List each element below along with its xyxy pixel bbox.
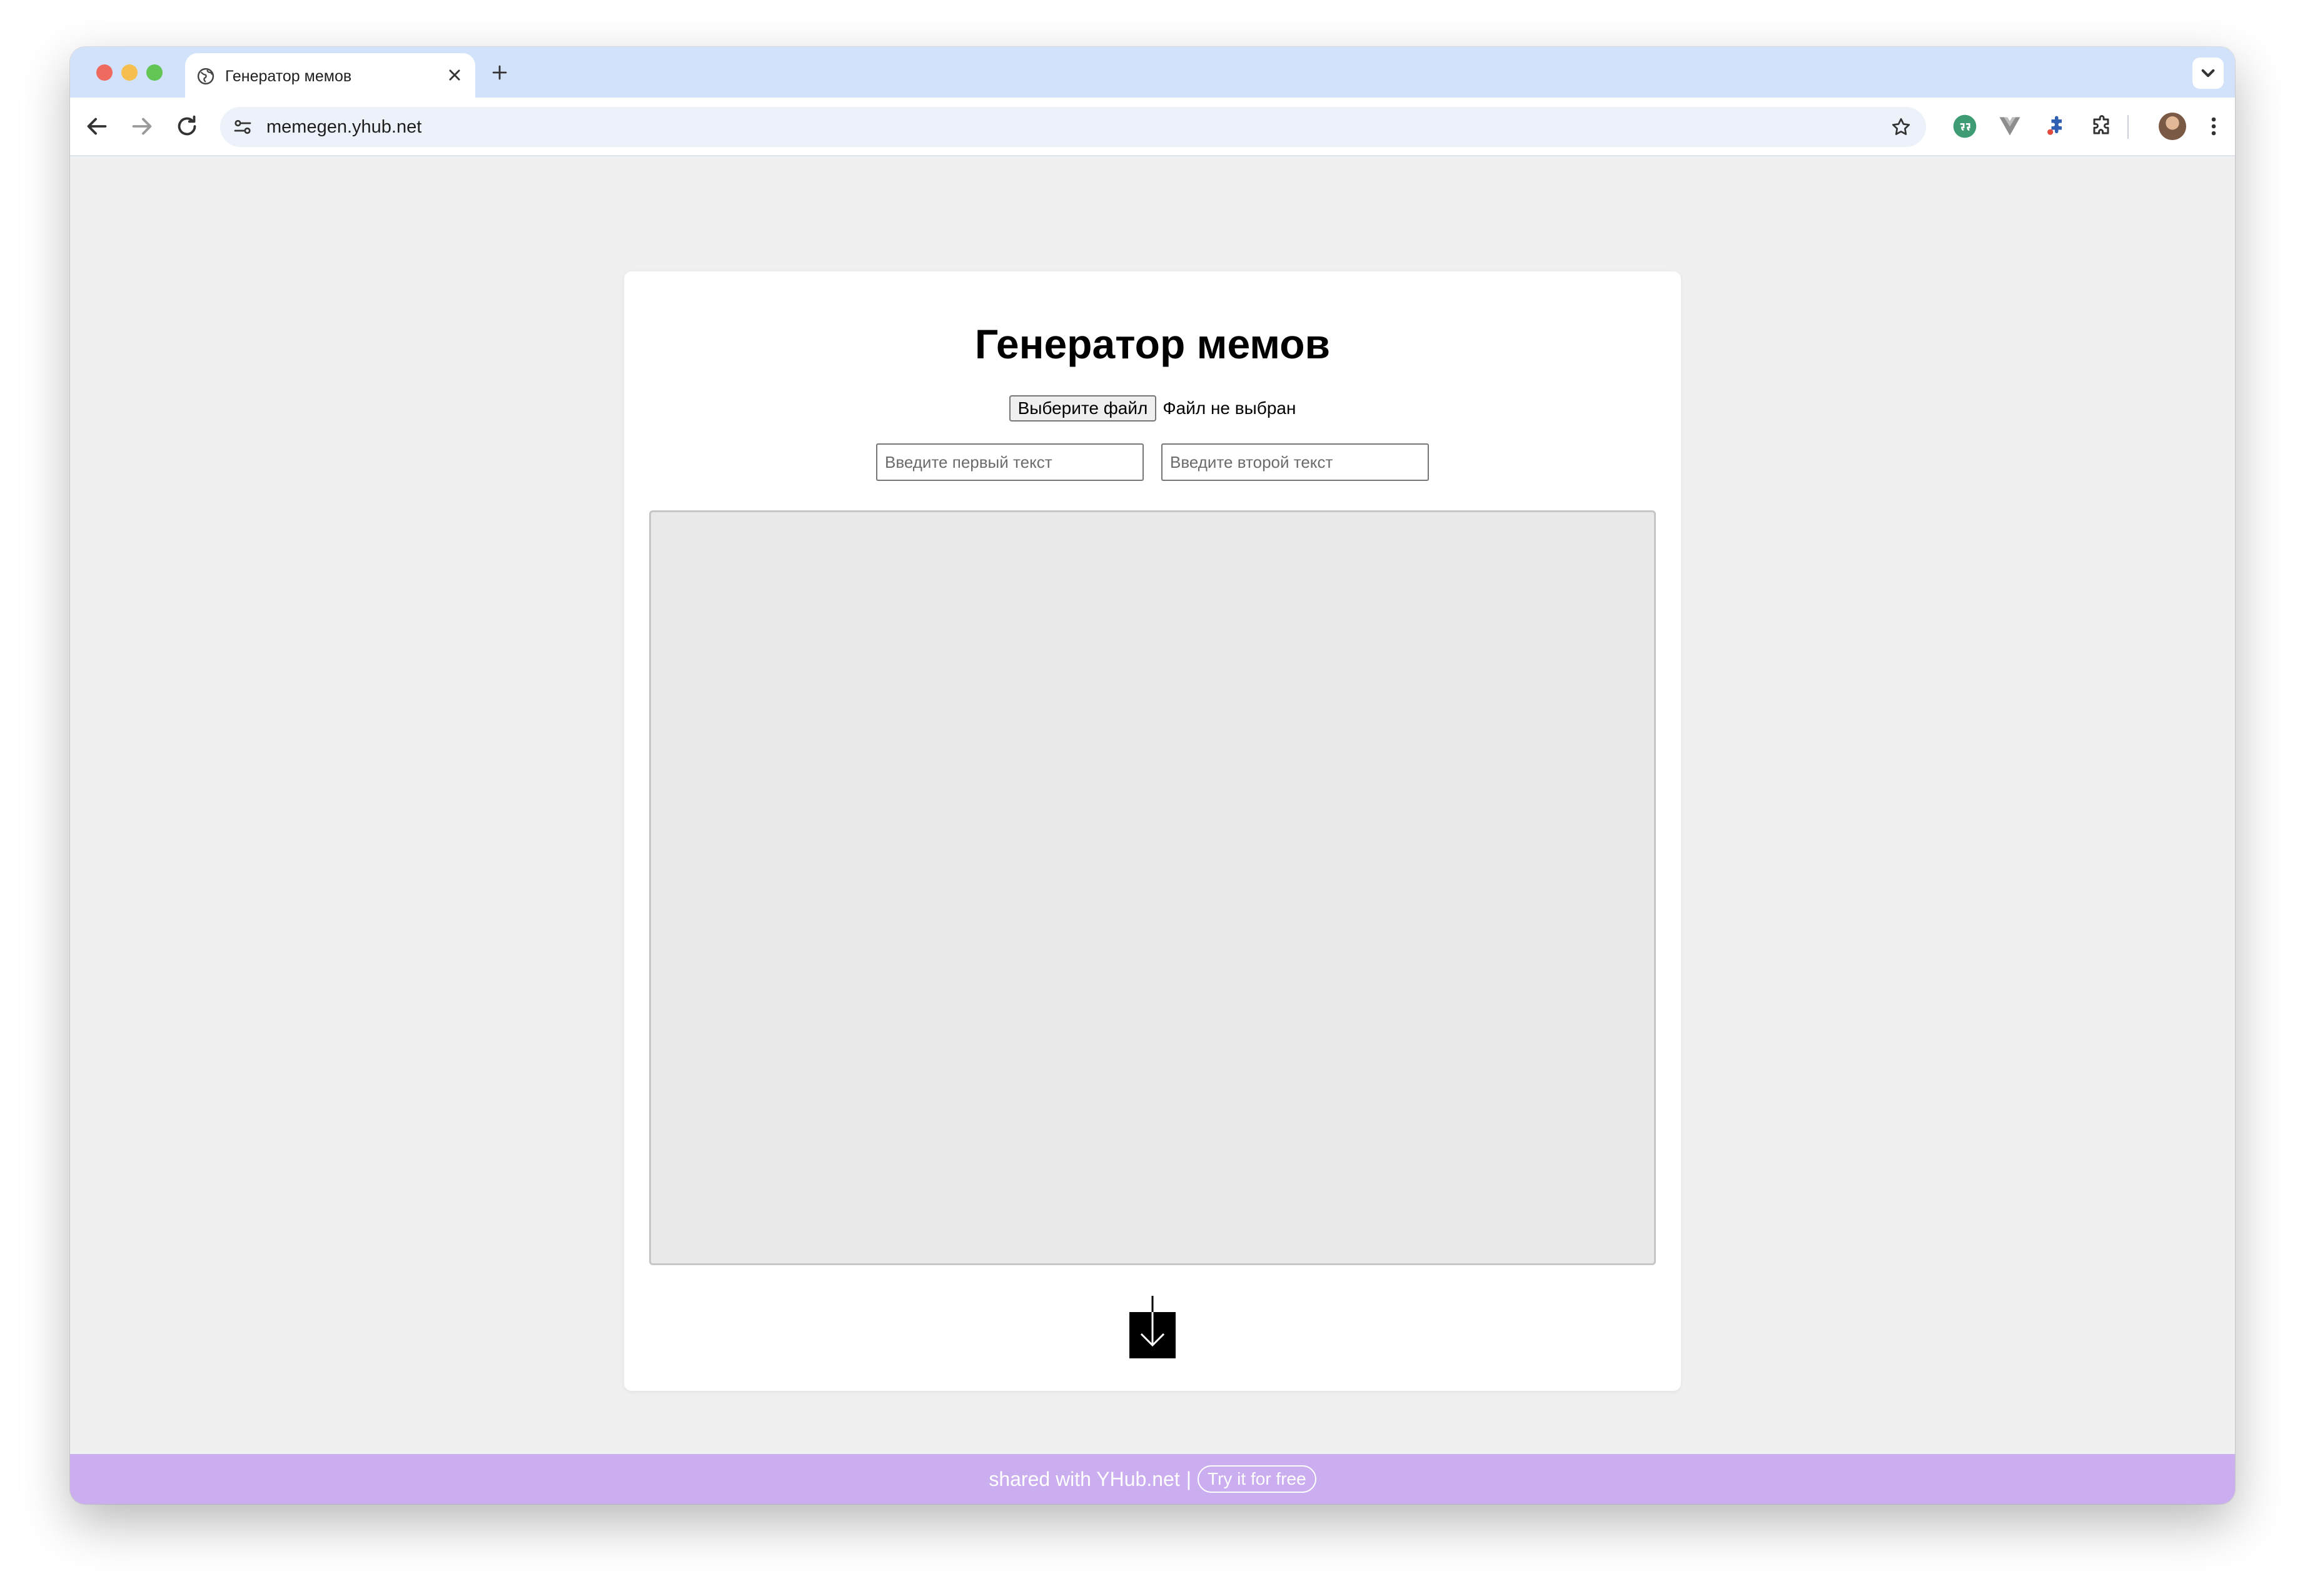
tab-active[interactable]: Генератор мемов bbox=[185, 53, 475, 98]
second-text-input[interactable] bbox=[1161, 443, 1429, 481]
address-bar[interactable]: memegen.yhub.net bbox=[220, 107, 1926, 147]
forward-arrow-icon[interactable] bbox=[128, 112, 156, 141]
file-status-text: Файл не выбран bbox=[1163, 398, 1296, 418]
chevron-down-icon bbox=[2201, 69, 2215, 78]
back-arrow-icon[interactable] bbox=[83, 112, 111, 141]
new-tab-icon[interactable] bbox=[489, 62, 510, 83]
file-picker: Выберите файл Файл не выбран bbox=[624, 395, 1681, 422]
url-text: memegen.yhub.net bbox=[266, 117, 422, 137]
page-content: Генератор мемов Выберите файл Файл не вы… bbox=[70, 156, 2235, 1457]
download-button[interactable] bbox=[1129, 1296, 1176, 1358]
browser-toolbar: memegen.yhub.net bbox=[70, 98, 2235, 156]
meme-generator-card: Генератор мемов Выберите файл Файл не вы… bbox=[624, 271, 1681, 1391]
extension-puzzle-color-icon[interactable] bbox=[2041, 113, 2069, 140]
tab-search-button[interactable] bbox=[2192, 58, 2224, 89]
shared-with-text: shared with YHub.net bbox=[989, 1467, 1180, 1490]
download-arrow-icon bbox=[1129, 1296, 1176, 1358]
footer-separator: | bbox=[1186, 1467, 1192, 1490]
reload-icon[interactable] bbox=[173, 112, 201, 141]
more-menu-icon[interactable] bbox=[2200, 113, 2227, 140]
vue-devtools-icon[interactable] bbox=[1996, 113, 2024, 140]
bookmark-star-icon[interactable] bbox=[1890, 116, 1912, 138]
close-window-button[interactable] bbox=[96, 64, 113, 81]
toolbar-separator bbox=[2127, 115, 2129, 139]
text-inputs bbox=[624, 443, 1681, 481]
choose-file-button[interactable]: Выберите файл bbox=[1009, 395, 1157, 422]
globe-icon bbox=[197, 68, 214, 85]
maximize-window-button[interactable] bbox=[146, 64, 163, 81]
meme-canvas[interactable] bbox=[649, 510, 1656, 1265]
extensions-puzzle-icon[interactable] bbox=[2087, 113, 2115, 140]
profile-avatar[interactable] bbox=[2159, 113, 2186, 140]
first-text-input[interactable] bbox=[876, 443, 1144, 481]
quote-extension-icon[interactable] bbox=[1951, 113, 1979, 140]
tab-bar: Генератор мемов bbox=[70, 47, 2235, 98]
yhub-footer: shared with YHub.net | Try it for free bbox=[70, 1454, 2235, 1504]
page-title: Генератор мемов bbox=[974, 321, 1331, 367]
browser-window: Генератор мемов memegen.yhub.net Генерат… bbox=[70, 47, 2235, 1504]
tab-title: Генератор мемов bbox=[225, 68, 352, 85]
close-tab-icon[interactable] bbox=[444, 64, 465, 86]
try-it-free-link[interactable]: Try it for free bbox=[1198, 1465, 1316, 1493]
site-settings-icon[interactable] bbox=[231, 116, 254, 138]
minimize-window-button[interactable] bbox=[121, 64, 138, 81]
